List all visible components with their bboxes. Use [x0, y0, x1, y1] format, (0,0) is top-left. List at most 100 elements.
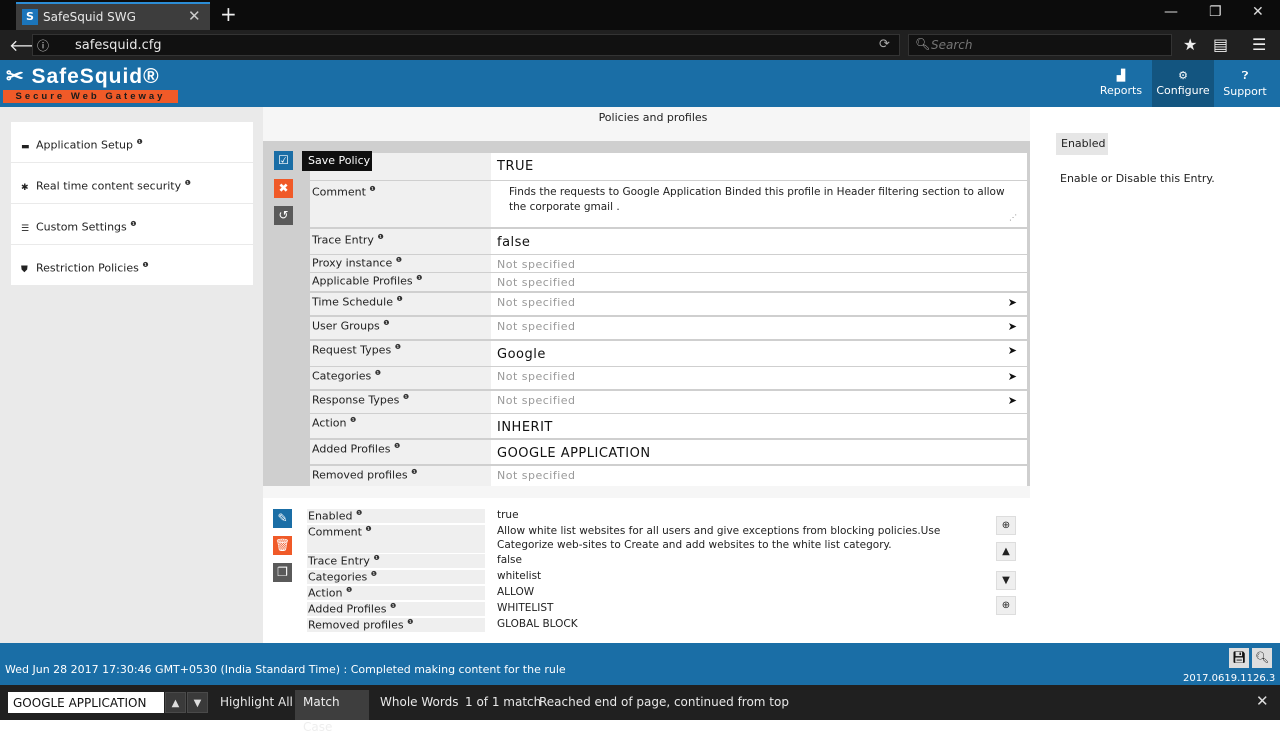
editor-row-applicable-profiles: Applicable Profiles ❶ Not specified	[310, 273, 1027, 291]
send-icon[interactable]: ➤	[1008, 370, 1017, 383]
sidebar-item-realtime-security[interactable]: ✱ Real time content security ❶	[11, 163, 253, 203]
info-icon: ❶	[377, 233, 384, 241]
editor-row-response-types: Response Types ❶ Not specified ➤	[310, 391, 1027, 413]
cancel-edit-button[interactable]: ✖	[274, 179, 293, 198]
row-value: Not specified	[497, 394, 576, 407]
row-label: Request Types ❶	[312, 343, 401, 357]
bookmark-star-icon[interactable]: ★	[1183, 35, 1197, 54]
nav-support-label: Support	[1223, 85, 1267, 98]
browser-tab-bar: S SafeSquid SWG ✕ + — ❐ ✕	[0, 0, 1280, 30]
response-types-value[interactable]: Not specified ➤	[491, 391, 1027, 413]
editor-row-enabled: TRUE	[310, 153, 1027, 180]
copy-entry-button[interactable]: ❐	[273, 563, 292, 582]
row-value: Not specified	[497, 370, 576, 383]
added-profiles-value[interactable]: GOOGLE APPLICATION	[491, 440, 1027, 464]
url-bar[interactable]: ⓘ safesquid.cfg ⟳	[32, 34, 900, 56]
row-value: GLOBAL BLOCK	[497, 618, 578, 630]
send-icon[interactable]: ➤	[1008, 394, 1017, 407]
row-value: false	[497, 554, 522, 566]
proxy-instance-value[interactable]: Not specified	[491, 255, 1027, 272]
find-next-icon[interactable]: ▼	[187, 692, 208, 713]
info-icon: ❶	[130, 220, 137, 228]
close-window-icon[interactable]: ✕	[1252, 4, 1264, 20]
nav-configure[interactable]: ⚙ Configure	[1152, 60, 1214, 107]
editor-row-categories: Categories ❶ Not specified ➤	[310, 367, 1027, 389]
editor-row-action: Action ❶ INHERIT	[310, 414, 1027, 438]
nav-reports-label: Reports	[1099, 84, 1143, 97]
send-icon[interactable]: ➤	[1008, 320, 1017, 333]
whole-words-toggle[interactable]: Whole Words	[380, 695, 458, 709]
logo-tools-icon: ✂	[6, 65, 25, 88]
site-info-icon[interactable]: ⓘ	[37, 37, 49, 54]
status-message: Wed Jun 28 2017 17:30:46 GMT+0530 (India…	[5, 663, 566, 676]
removed-profiles-value[interactable]: Not specified	[491, 466, 1027, 486]
find-status: Reached end of page, continued from top	[539, 695, 789, 709]
insert-below-button[interactable]: ⊕	[996, 596, 1016, 615]
info-icon: ❶	[383, 319, 390, 327]
send-icon[interactable]: ➤	[1008, 344, 1017, 357]
version-label: 2017.0619.1126.3	[1183, 673, 1276, 684]
info-icon: ❶	[184, 179, 191, 187]
edit-entry-button[interactable]: ✎	[273, 509, 292, 528]
tab-title: SafeSquid SWG	[43, 10, 136, 24]
minimize-icon[interactable]: —	[1164, 4, 1178, 20]
entry-row-comment: Comment ❶ Allow white list websites for …	[307, 525, 987, 553]
find-previous-icon[interactable]: ▲	[165, 692, 186, 713]
briefcase-icon: ▬	[21, 141, 30, 152]
sidebar-item-application-setup[interactable]: ▬ Application Setup ❶	[11, 122, 253, 162]
help-pane: Enabled Enable or Disable this Entry.	[1030, 107, 1280, 643]
move-up-button[interactable]: ▲	[996, 542, 1016, 561]
browser-search-box[interactable]: 🔍︎	[908, 34, 1172, 56]
highlight-all-toggle[interactable]: Highlight All	[220, 695, 293, 709]
status-bar: Wed Jun 28 2017 17:30:46 GMT+0530 (India…	[0, 643, 1280, 685]
row-label: Trace Entry ❶	[307, 554, 485, 568]
nav-reports[interactable]: ▟ Reports	[1090, 60, 1152, 107]
reset-button[interactable]: ↺	[274, 206, 293, 225]
save-policy-button[interactable]: ☑	[274, 151, 293, 170]
library-icon[interactable]: ▤	[1213, 35, 1228, 54]
row-value: Allow white list websites for all users …	[497, 525, 941, 537]
logo-name: SafeSquid®	[31, 65, 160, 88]
categories-value[interactable]: Not specified ➤	[491, 367, 1027, 389]
restore-icon[interactable]: ❐	[1209, 4, 1222, 20]
send-icon[interactable]: ➤	[1008, 296, 1017, 309]
menu-icon[interactable]: ☰	[1252, 35, 1266, 54]
move-down-button[interactable]: ▼	[996, 571, 1016, 590]
request-types-value[interactable]: Google ➤	[491, 341, 1027, 366]
nav-support[interactable]: ❓︎ Support	[1214, 60, 1276, 107]
find-input[interactable]	[8, 692, 164, 713]
search-config-icon[interactable]: 🔍︎	[1252, 648, 1272, 668]
new-tab-icon[interactable]: +	[220, 2, 237, 26]
sidebar-item-restriction-policies[interactable]: ⛊ Restriction Policies ❶	[11, 245, 253, 285]
close-find-icon[interactable]: ✕	[1256, 692, 1269, 710]
user-groups-value[interactable]: Not specified ➤	[491, 317, 1027, 339]
info-icon: ❶	[394, 343, 401, 351]
insert-entry-button[interactable]: ⊕	[996, 516, 1016, 535]
entry-row-added-profiles: Added Profiles ❶ WHITELIST	[307, 602, 987, 617]
save-config-icon[interactable]: 💾︎	[1229, 648, 1249, 668]
trace-entry-value[interactable]: false	[491, 229, 1027, 254]
resize-handle-icon[interactable]: ⋰	[1009, 210, 1017, 225]
info-icon: ❶	[389, 602, 397, 610]
info-icon: ❶	[416, 274, 423, 282]
help-text: Enable or Disable this Entry.	[1060, 172, 1215, 185]
match-case-toggle[interactable]: Match Case	[295, 690, 369, 734]
info-icon: ❶	[136, 138, 143, 146]
row-label: Proxy instance ❶	[312, 256, 403, 270]
sidebar-item-label: Custom Settings	[36, 220, 127, 234]
applicable-profiles-value[interactable]: Not specified	[491, 273, 1027, 291]
row-value: Not specified	[497, 469, 576, 482]
editor-row-proxy-instance: Proxy instance ❶ Not specified	[310, 255, 1027, 272]
delete-entry-button[interactable]: 🗑︎	[273, 536, 292, 555]
comment-textarea[interactable]: Finds the requests to Google Application…	[491, 181, 1027, 227]
row-label: Response Types ❶	[312, 393, 410, 407]
reload-icon[interactable]: ⟳	[879, 37, 890, 52]
browser-search-input[interactable]	[931, 37, 1161, 53]
sidebar-item-custom-settings[interactable]: ☰ Custom Settings ❶	[11, 204, 253, 244]
time-schedule-value[interactable]: Not specified ➤	[491, 293, 1027, 315]
action-value[interactable]: INHERIT	[491, 414, 1027, 438]
browser-tab[interactable]: S SafeSquid SWG ✕	[16, 2, 210, 30]
enabled-value[interactable]: TRUE	[491, 153, 1027, 180]
close-tab-icon[interactable]: ✕	[188, 7, 201, 25]
editor-row-time-schedule: Time Schedule ❶ Not specified ➤	[310, 293, 1027, 315]
